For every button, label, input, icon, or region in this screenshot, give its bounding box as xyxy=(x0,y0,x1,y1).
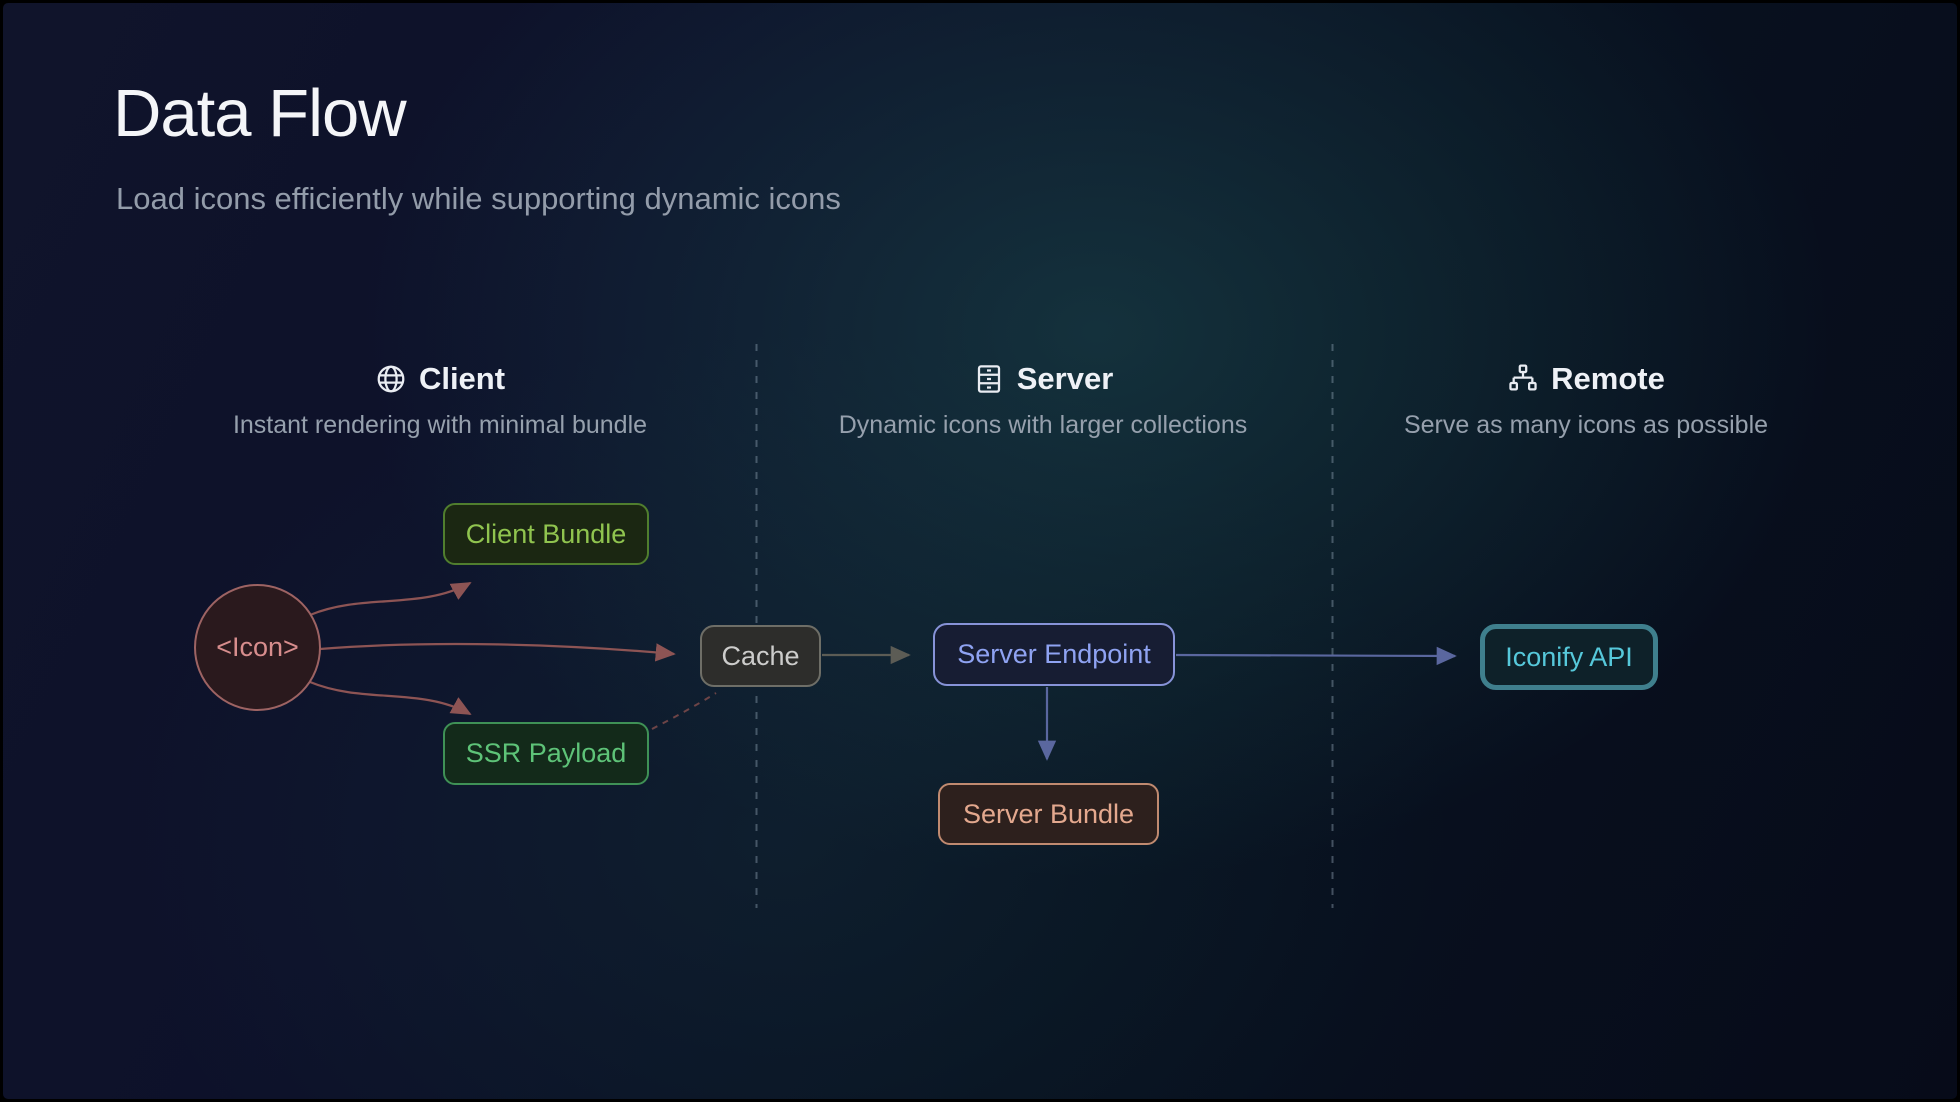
node-server-bundle: Server Bundle xyxy=(938,783,1159,845)
data-flow-slide: Data Flow Load icons efficiently while s… xyxy=(0,0,1960,1102)
node-ssr-payload: SSR Payload xyxy=(443,722,649,785)
server-icon xyxy=(973,363,1005,395)
node-label: Server Bundle xyxy=(963,799,1134,830)
node-cache: Cache xyxy=(700,625,821,687)
globe-icon xyxy=(375,363,407,395)
column-label: Client xyxy=(419,361,505,397)
column-label: Remote xyxy=(1551,361,1665,397)
node-label: Server Endpoint xyxy=(957,639,1151,670)
edge-icon-to-cache xyxy=(320,644,674,654)
column-description: Serve as many icons as possible xyxy=(1266,411,1906,440)
node-label: Client Bundle xyxy=(466,519,627,550)
page-subtitle: Load icons efficiently while supporting … xyxy=(116,181,841,217)
node-label: Iconify API xyxy=(1505,642,1633,673)
column-description: Instant rendering with minimal bundle xyxy=(120,411,760,440)
diagram-edges xyxy=(3,3,1960,1102)
node-label: <Icon> xyxy=(216,632,299,663)
edge-icon-to-ssr-payload xyxy=(310,682,470,714)
network-icon xyxy=(1507,363,1539,395)
column-label: Server xyxy=(1017,361,1114,397)
node-server-endpoint: Server Endpoint xyxy=(933,623,1175,686)
node-label: SSR Payload xyxy=(466,738,627,769)
node-iconify-api: Iconify API xyxy=(1480,624,1658,690)
edge-server-endpoint-to-iconify-api xyxy=(1176,655,1455,656)
column-dividers xyxy=(3,3,1960,1102)
page-title: Data Flow xyxy=(113,75,406,152)
column-header-client: Client Instant rendering with minimal bu… xyxy=(120,361,760,440)
edge-ssr-payload-to-cache-dashed xyxy=(652,693,716,729)
edge-icon-to-client-bundle xyxy=(310,583,470,615)
node-label: Cache xyxy=(721,641,799,672)
node-client-bundle: Client Bundle xyxy=(443,503,649,565)
node-icon-source: <Icon> xyxy=(194,584,321,711)
column-header-remote: Remote Serve as many icons as possible xyxy=(1266,361,1906,440)
